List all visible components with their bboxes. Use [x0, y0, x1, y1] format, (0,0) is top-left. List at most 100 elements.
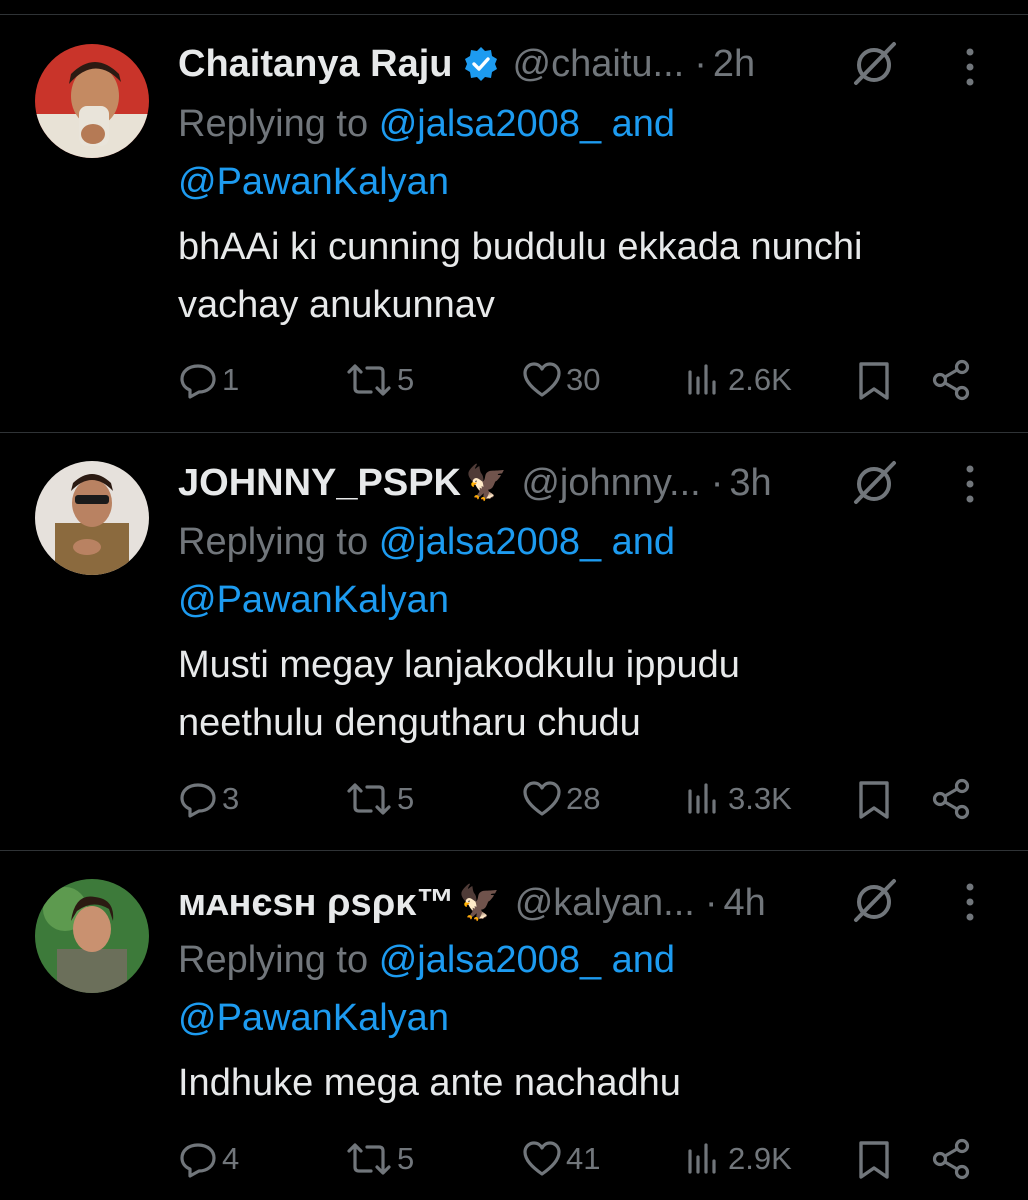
more-icon[interactable] — [955, 42, 985, 92]
action-bar: 3 5 28 3.3K — [0, 775, 1028, 825]
views-icon — [688, 364, 716, 395]
reply-icon — [180, 783, 216, 818]
timestamp[interactable]: 4h — [723, 882, 765, 925]
verified-badge-icon — [463, 46, 499, 82]
like-icon — [523, 1141, 561, 1176]
bookmark-button[interactable] — [856, 360, 892, 402]
separator-dot: · — [704, 881, 718, 924]
like-icon — [523, 781, 561, 816]
retweet-button[interactable]: 5 — [345, 1139, 414, 1179]
bookmark-button[interactable] — [856, 1139, 892, 1181]
share-button[interactable] — [930, 777, 974, 821]
tweet-text-line: vachay anukunnav — [178, 284, 495, 326]
timestamp[interactable]: 3h — [729, 462, 771, 505]
views-button[interactable]: 2.6K — [684, 360, 792, 400]
replying-to-label: Replying to — [178, 521, 369, 563]
tweet-header: Chaitanya Raju @chaitu... · 2h — [178, 36, 755, 92]
grok-icon[interactable] — [850, 38, 900, 88]
tweet-text: bhAAi ki cunning buddulu ekkada nunchi v… — [178, 218, 998, 334]
share-icon — [932, 778, 970, 820]
mention-link[interactable]: @jalsa2008_ — [379, 939, 601, 981]
views-count: 3.3K — [728, 781, 792, 816]
avatar[interactable] — [35, 44, 149, 158]
tweet-text-line: Musti megay lanjakodkulu ippudu — [178, 644, 740, 686]
user-handle[interactable]: @kalyan... — [515, 882, 695, 925]
share-icon — [932, 359, 970, 401]
like-button[interactable]: 41 — [522, 1139, 600, 1179]
user-handle[interactable]: @johnny... — [521, 462, 700, 505]
mention-link[interactable]: @PawanKalyan — [178, 997, 449, 1039]
retweet-button[interactable]: 5 — [345, 360, 414, 400]
eagle-emoji: 🦅 — [464, 464, 508, 502]
retweet-button[interactable]: 5 — [345, 779, 414, 819]
bookmark-icon — [859, 362, 889, 400]
bookmark-icon — [859, 781, 889, 819]
retweet-count: 5 — [397, 1141, 415, 1176]
separator-dot: · — [694, 42, 707, 85]
timestamp[interactable]: 2h — [713, 43, 755, 86]
tweet-2[interactable]: JOHNNY_PSPK 🦅 @johnny... · 3h Replying t… — [0, 433, 1028, 850]
more-icon[interactable] — [955, 459, 985, 509]
display-name[interactable]: Chaitanya Raju — [178, 43, 453, 86]
tweet-text-line: Indhuke mega ante nachadhu — [178, 1062, 681, 1104]
share-icon — [932, 1138, 970, 1180]
replying-and: and — [611, 521, 676, 563]
tweet-text-line: bhAAi ki cunning buddulu ekkada nunchi — [178, 226, 863, 268]
like-icon — [523, 362, 561, 397]
eagle-emoji: 🦅 — [458, 884, 501, 922]
display-name[interactable]: ᴍᴀнєѕн ρѕρκ™ — [178, 882, 454, 925]
reply-button[interactable]: 3 — [178, 779, 239, 819]
mention-link[interactable]: @jalsa2008_ — [379, 103, 601, 145]
reply-button[interactable]: 1 — [178, 360, 239, 400]
replying-to: Replying to @jalsa2008_ and @PawanKalyan — [178, 931, 998, 1047]
mention-link[interactable]: @PawanKalyan — [178, 161, 449, 203]
tweet-1[interactable]: Chaitanya Raju @chaitu... · 2h Replying … — [0, 0, 1028, 430]
views-button[interactable]: 2.9K — [684, 1139, 792, 1179]
replying-to: Replying to @jalsa2008_ and @PawanKalyan — [178, 95, 998, 211]
grok-icon[interactable] — [850, 457, 900, 507]
replying-to-label: Replying to — [178, 103, 369, 145]
like-count: 28 — [566, 781, 601, 816]
replying-and: and — [611, 103, 676, 145]
reply-button[interactable]: 4 — [178, 1139, 239, 1179]
mention-link[interactable]: @PawanKalyan — [178, 579, 449, 621]
share-button[interactable] — [930, 358, 974, 402]
avatar[interactable] — [35, 879, 149, 993]
replying-to: Replying to @jalsa2008_ and @PawanKalyan — [178, 513, 998, 629]
tweet-header: JOHNNY_PSPK 🦅 @johnny... · 3h — [178, 455, 772, 511]
share-button[interactable] — [930, 1137, 974, 1181]
tweet-3[interactable]: ᴍᴀнєѕн ρѕρκ™ 🦅 @kalyan... · 4h Replying … — [0, 851, 1028, 1200]
bookmark-icon — [859, 1141, 889, 1179]
tweet-header: ᴍᴀнєѕн ρѕρκ™ 🦅 @kalyan... · 4h — [178, 875, 766, 931]
more-icon[interactable] — [955, 877, 985, 927]
retweet-icon — [347, 1143, 391, 1175]
retweet-count: 5 — [397, 781, 415, 816]
reply-icon — [180, 364, 216, 399]
retweet-icon — [347, 364, 391, 396]
replying-to-label: Replying to — [178, 939, 369, 981]
tweet-text: Indhuke mega ante nachadhu — [178, 1054, 998, 1112]
tweet-text-line: neethulu dengutharu chudu — [178, 702, 641, 744]
like-count: 41 — [566, 1141, 601, 1176]
views-icon — [688, 783, 716, 814]
reply-count: 3 — [222, 781, 240, 816]
views-count: 2.6K — [728, 362, 792, 397]
user-handle[interactable]: @chaitu... — [513, 43, 685, 86]
display-name[interactable]: JOHNNY_PSPK — [178, 462, 461, 505]
like-button[interactable]: 30 — [522, 360, 600, 400]
reply-count: 4 — [222, 1141, 240, 1176]
reply-count: 1 — [222, 362, 240, 397]
grok-icon[interactable] — [850, 875, 900, 925]
bookmark-button[interactable] — [856, 779, 892, 821]
avatar[interactable] — [35, 461, 149, 575]
tweet-text: Musti megay lanjakodkulu ippudu neethulu… — [178, 636, 998, 752]
retweet-icon — [347, 783, 391, 815]
replying-and: and — [611, 939, 676, 981]
like-count: 30 — [566, 362, 601, 397]
views-button[interactable]: 3.3K — [684, 779, 792, 819]
mention-link[interactable]: @jalsa2008_ — [379, 521, 601, 563]
action-bar: 1 5 30 2.6K — [0, 356, 1028, 406]
action-bar: 4 5 41 2.9K — [0, 1135, 1028, 1185]
like-button[interactable]: 28 — [522, 779, 600, 819]
reply-icon — [180, 1143, 216, 1178]
